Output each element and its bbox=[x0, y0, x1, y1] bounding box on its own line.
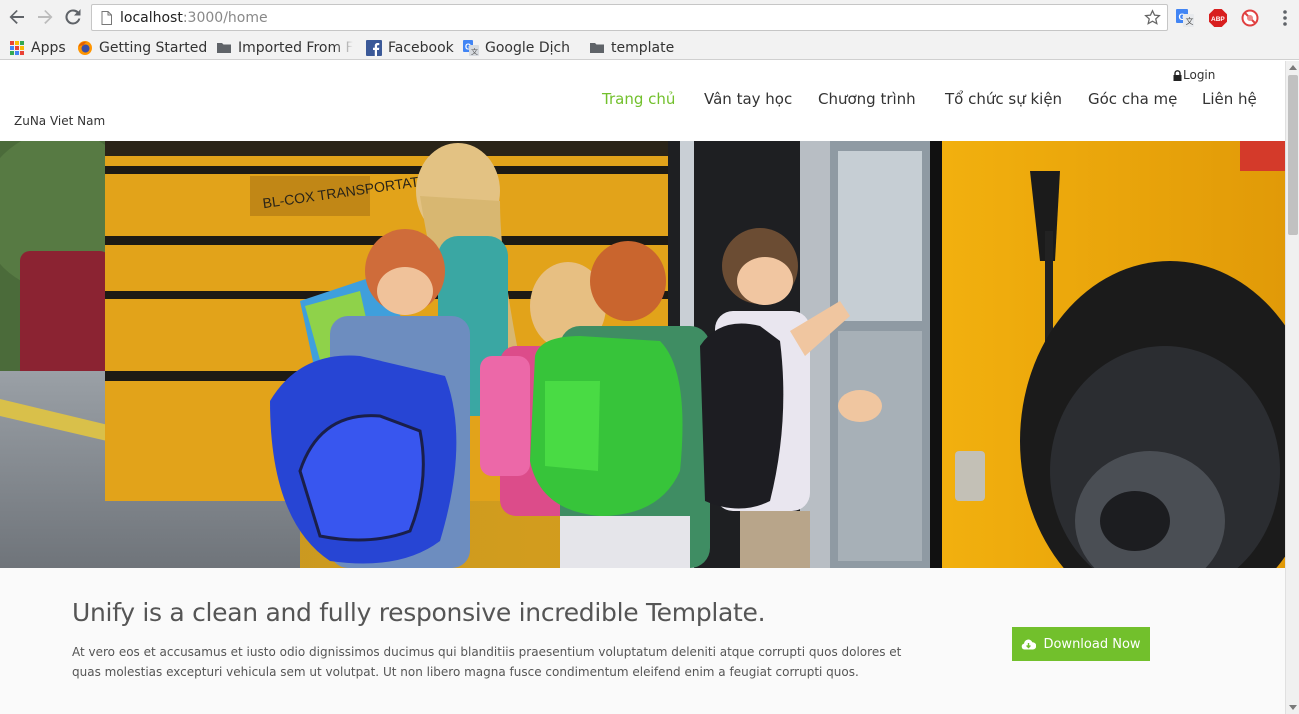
kebab-menu-icon[interactable] bbox=[1280, 9, 1290, 27]
facebook-icon bbox=[366, 40, 382, 56]
page-scrollbar[interactable] bbox=[1285, 61, 1299, 714]
arrow-left-icon bbox=[9, 10, 24, 24]
firefox-icon bbox=[78, 41, 92, 55]
bookmark-label: Facebook bbox=[388, 40, 454, 56]
scroll-up-arrow-icon[interactable] bbox=[1289, 65, 1297, 70]
adblock-plus-icon[interactable]: ABP bbox=[1209, 9, 1227, 27]
reload-icon bbox=[65, 9, 81, 25]
nav-van-tay-hoc[interactable]: Vân tay học bbox=[704, 90, 792, 108]
site-header: ZuNa Viet Nam Login Trang chủ Vân tay họ… bbox=[0, 61, 1285, 141]
nav-lien-he[interactable]: Liên hệ bbox=[1202, 90, 1257, 108]
school-bus-children-illustration: BL-COX TRANSPORTATION bbox=[0, 141, 1285, 568]
scroll-down-arrow-icon[interactable] bbox=[1289, 705, 1297, 710]
bookmark-label: Imported From F bbox=[238, 40, 353, 56]
login-link[interactable]: Login bbox=[1173, 68, 1215, 82]
promo-description: At vero eos et accusamus et iusto odio d… bbox=[72, 645, 902, 679]
nav-goc-cha-me[interactable]: Góc cha mẹ bbox=[1088, 90, 1177, 108]
svg-text:文: 文 bbox=[471, 47, 478, 56]
folder-icon bbox=[217, 43, 231, 53]
cloud-download-icon bbox=[1022, 639, 1037, 649]
download-now-label: Download Now bbox=[1043, 636, 1141, 652]
page-viewport: ZuNa Viet Nam Login Trang chủ Vân tay họ… bbox=[0, 61, 1285, 714]
apps-grid-icon bbox=[10, 41, 24, 55]
svg-text:文: 文 bbox=[1186, 16, 1194, 26]
nav-chuong-trinh[interactable]: Chương trình bbox=[818, 90, 916, 108]
bookmark-facebook[interactable]: Facebook bbox=[366, 38, 454, 58]
scrollbar-thumb[interactable] bbox=[1288, 75, 1298, 235]
bookmark-imported-folder[interactable]: Imported From F bbox=[216, 38, 353, 58]
bookmark-google-translate[interactable]: G文 Google Dịch bbox=[463, 38, 570, 58]
nav-to-chuc-su-kien[interactable]: Tổ chức sự kiện bbox=[945, 90, 1062, 108]
url-path: :3000/home bbox=[182, 10, 268, 26]
url-host: localhost bbox=[120, 10, 183, 26]
folder-icon bbox=[590, 43, 604, 53]
bookmark-label: template bbox=[611, 40, 675, 56]
forward-button[interactable] bbox=[33, 5, 57, 29]
promo-section: Unify is a clean and fully responsive in… bbox=[0, 568, 1285, 714]
page-icon bbox=[101, 11, 112, 25]
reload-button[interactable] bbox=[61, 5, 85, 29]
back-button[interactable] bbox=[5, 5, 29, 29]
no-sign-extension-icon[interactable] bbox=[1241, 9, 1259, 27]
promo-title: Unify is a clean and fully responsive in… bbox=[72, 598, 766, 627]
download-now-button[interactable]: Download Now bbox=[1012, 627, 1150, 661]
browser-toolbar: localhost:3000/home G文 ABP bbox=[0, 0, 1299, 35]
bookmarks-bar: Apps Getting Started Imported From F Fac… bbox=[0, 35, 1299, 60]
google-translate-icon: G文 bbox=[463, 40, 479, 56]
address-bar[interactable]: localhost:3000/home bbox=[91, 4, 1168, 31]
url-text: localhost:3000/home bbox=[120, 10, 268, 26]
bookmark-label: Getting Started bbox=[99, 40, 208, 56]
arrow-right-icon bbox=[38, 10, 53, 24]
bookmark-label: Google Dịch bbox=[485, 40, 571, 56]
bookmark-label: Apps bbox=[31, 40, 66, 56]
nav-trang-chu[interactable]: Trang chủ bbox=[602, 90, 675, 108]
lock-icon bbox=[1173, 69, 1182, 81]
site-logo[interactable]: ZuNa Viet Nam bbox=[14, 114, 105, 128]
bookmark-getting-started[interactable]: Getting Started bbox=[77, 38, 207, 58]
hero-banner-image: BL-COX TRANSPORTATION bbox=[0, 141, 1285, 568]
bookmark-apps[interactable]: Apps bbox=[9, 38, 66, 58]
bookmark-template-folder[interactable]: template bbox=[589, 38, 674, 58]
svg-text:ABP: ABP bbox=[1211, 16, 1225, 23]
login-label: Login bbox=[1183, 68, 1216, 82]
google-translate-icon[interactable]: G文 bbox=[1176, 9, 1194, 27]
bookmark-star-icon[interactable] bbox=[1144, 9, 1161, 26]
